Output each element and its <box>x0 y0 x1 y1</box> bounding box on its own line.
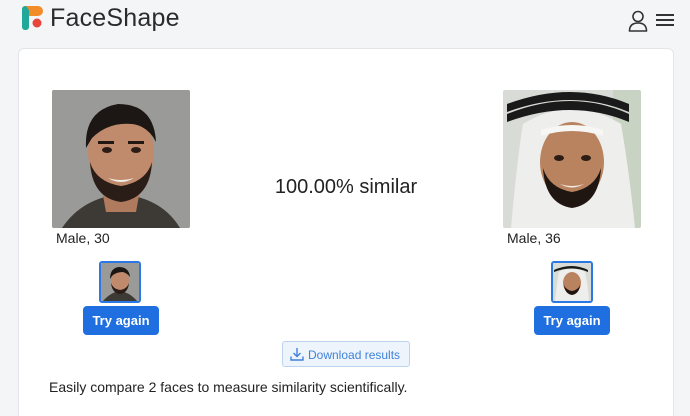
right-face-thumbnail[interactable] <box>551 261 593 303</box>
hamburger-menu-icon[interactable] <box>656 12 674 28</box>
similarity-result: 100.00% similar <box>274 176 418 198</box>
right-face-photo <box>503 90 641 228</box>
download-results-label: Download results <box>308 348 401 362</box>
try-again-right-button[interactable]: Try again <box>534 306 610 335</box>
right-face-caption: Male, 36 <box>507 230 561 246</box>
left-face-photo <box>52 90 190 228</box>
tagline: Easily compare 2 faces to measure simila… <box>49 379 408 395</box>
brand-name[interactable]: FaceShape <box>50 4 180 33</box>
download-icon <box>290 348 304 361</box>
try-again-left-button[interactable]: Try again <box>83 306 159 335</box>
faceshape-logo-icon[interactable] <box>22 6 44 30</box>
app-header: FaceShape <box>0 0 690 40</box>
user-account-icon[interactable] <box>628 10 648 32</box>
download-results-button[interactable]: Download results <box>282 341 410 367</box>
left-face-caption: Male, 30 <box>56 230 110 246</box>
left-face-thumbnail[interactable] <box>99 261 141 303</box>
